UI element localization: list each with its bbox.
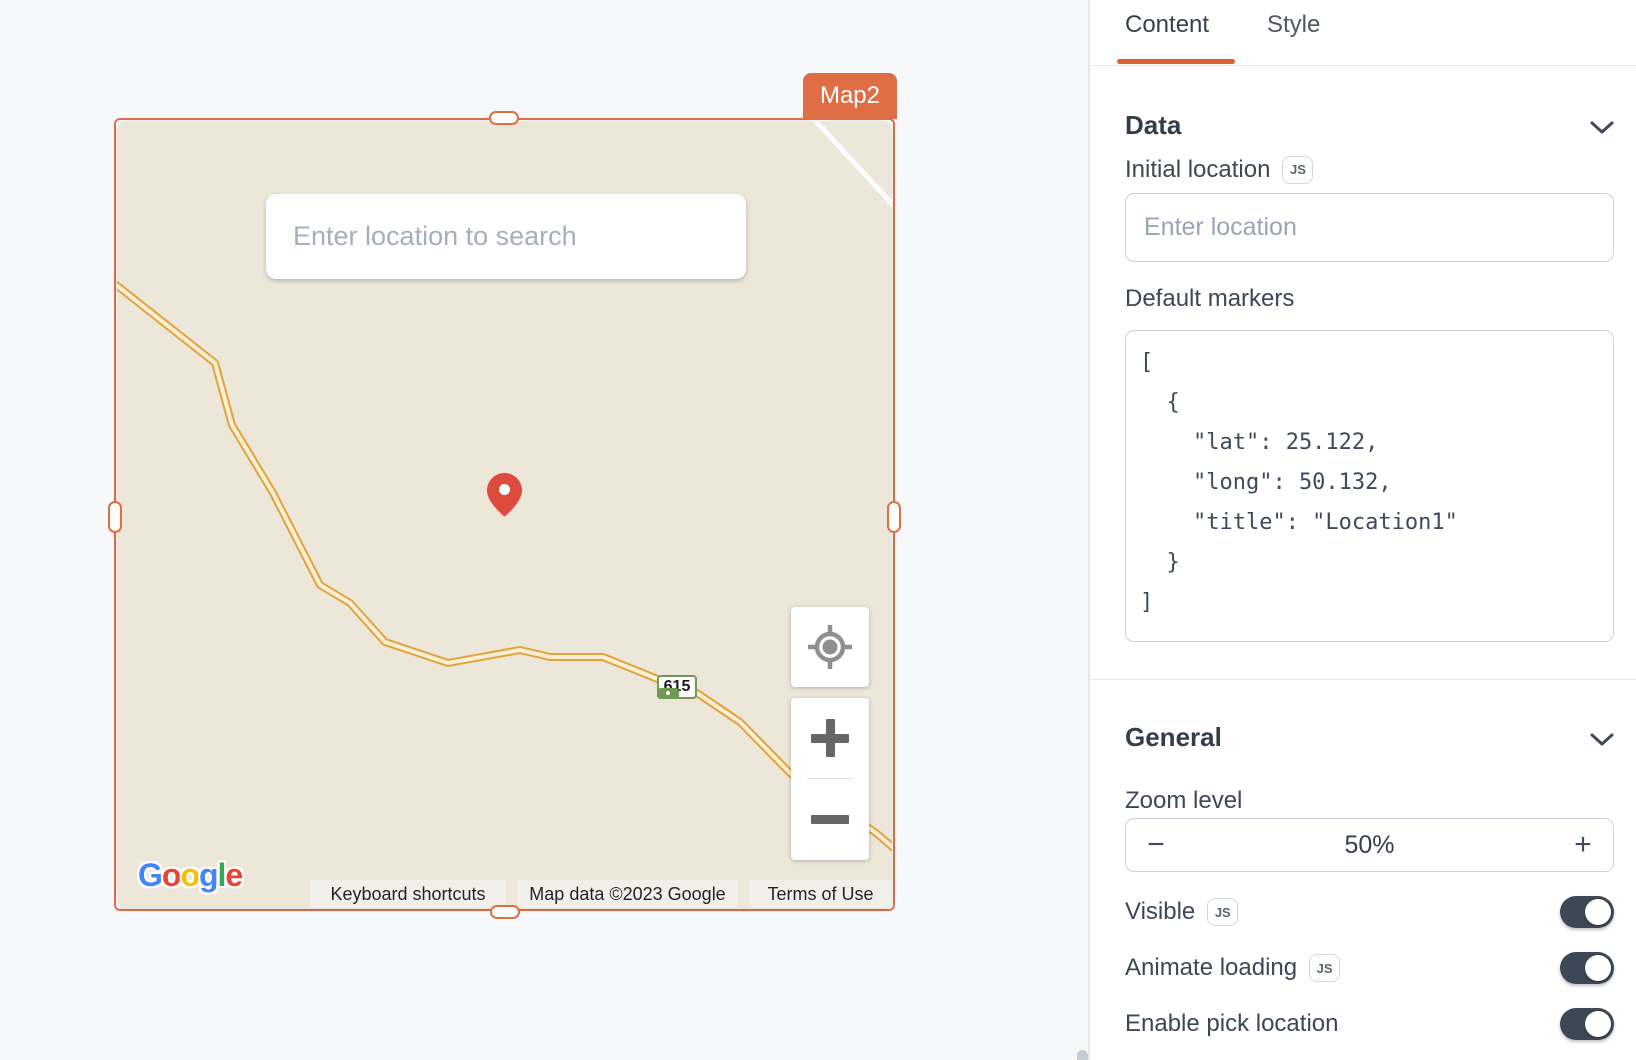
map-search-input[interactable]: [266, 194, 746, 279]
zoom-level-label: Zoom level: [1125, 786, 1242, 816]
map-marker-icon[interactable]: [487, 473, 522, 517]
minus-icon: [811, 815, 849, 824]
js-toggle-badge[interactable]: JS: [1207, 898, 1238, 926]
tab-content[interactable]: Content: [1125, 11, 1209, 39]
inspector-tabs: Content Style: [1090, 0, 1636, 66]
resize-handle-right[interactable]: [887, 501, 901, 533]
my-location-button[interactable]: [791, 607, 869, 687]
general-section-header[interactable]: General: [1125, 722, 1614, 752]
decrement-button[interactable]: −: [1126, 828, 1186, 862]
enable-pick-location-toggle[interactable]: [1560, 1008, 1614, 1040]
inspector-panel: Content Style Data Initial location JS D…: [1088, 0, 1636, 1060]
plus-icon: [826, 719, 835, 757]
map-data-attribution: Map data ©2023 Google: [517, 880, 738, 908]
general-section-title: General: [1125, 722, 1222, 753]
data-section-title: Data: [1125, 110, 1181, 141]
initial-location-label: Initial location JS: [1125, 155, 1313, 185]
active-tab-indicator: [1117, 59, 1235, 64]
zoom-level-stepper: − 50% +: [1125, 818, 1614, 872]
enable-pick-location-label: Enable pick location: [1125, 1010, 1338, 1038]
chevron-down-icon[interactable]: [1590, 121, 1614, 134]
resize-handle-bottom[interactable]: [490, 905, 520, 919]
locate-icon: [806, 623, 854, 671]
increment-button[interactable]: +: [1553, 828, 1613, 862]
map-widget[interactable]: 615 Google Keyboard shortcuts: [117, 121, 892, 908]
js-toggle-badge[interactable]: JS: [1282, 156, 1313, 184]
resize-handle-left[interactable]: [108, 501, 122, 533]
tab-style[interactable]: Style: [1267, 11, 1320, 39]
default-markers-label: Default markers: [1125, 284, 1294, 314]
visible-toggle-row: Visible JS: [1125, 895, 1614, 929]
default-markers-code-editor[interactable]: [ { "lat": 25.122, "long": 50.132, "titl…: [1125, 330, 1614, 642]
terms-of-use-link[interactable]: Terms of Use: [749, 880, 892, 908]
route-shield-615: 615: [657, 677, 697, 699]
resize-handle-top[interactable]: [489, 111, 519, 125]
animate-loading-toggle[interactable]: [1560, 952, 1614, 984]
zoom-in-button[interactable]: [791, 698, 869, 778]
map-zoom-control: [791, 698, 869, 860]
zoom-level-value[interactable]: 50%: [1186, 831, 1553, 860]
route-shield-crest: [657, 688, 679, 697]
section-divider: [1090, 679, 1636, 680]
data-section-header[interactable]: Data: [1125, 110, 1614, 140]
keyboard-shortcuts-link[interactable]: Keyboard shortcuts: [310, 880, 506, 908]
editor-canvas[interactable]: Map2 615: [0, 0, 1088, 1060]
scrollbar-thumb[interactable]: [1077, 1050, 1088, 1060]
chevron-down-icon[interactable]: [1590, 733, 1614, 746]
visible-label: Visible JS: [1125, 898, 1238, 926]
enable-pick-location-toggle-row: Enable pick location: [1125, 1007, 1614, 1041]
animate-loading-toggle-row: Animate loading JS: [1125, 951, 1614, 985]
js-toggle-badge[interactable]: JS: [1309, 954, 1340, 982]
initial-location-input[interactable]: [1125, 193, 1614, 262]
widget-name-tag[interactable]: Map2: [803, 73, 897, 119]
zoom-out-button[interactable]: [791, 779, 869, 859]
google-logo: Google: [138, 857, 242, 894]
visible-toggle[interactable]: [1560, 896, 1614, 928]
animate-loading-label: Animate loading JS: [1125, 954, 1340, 982]
